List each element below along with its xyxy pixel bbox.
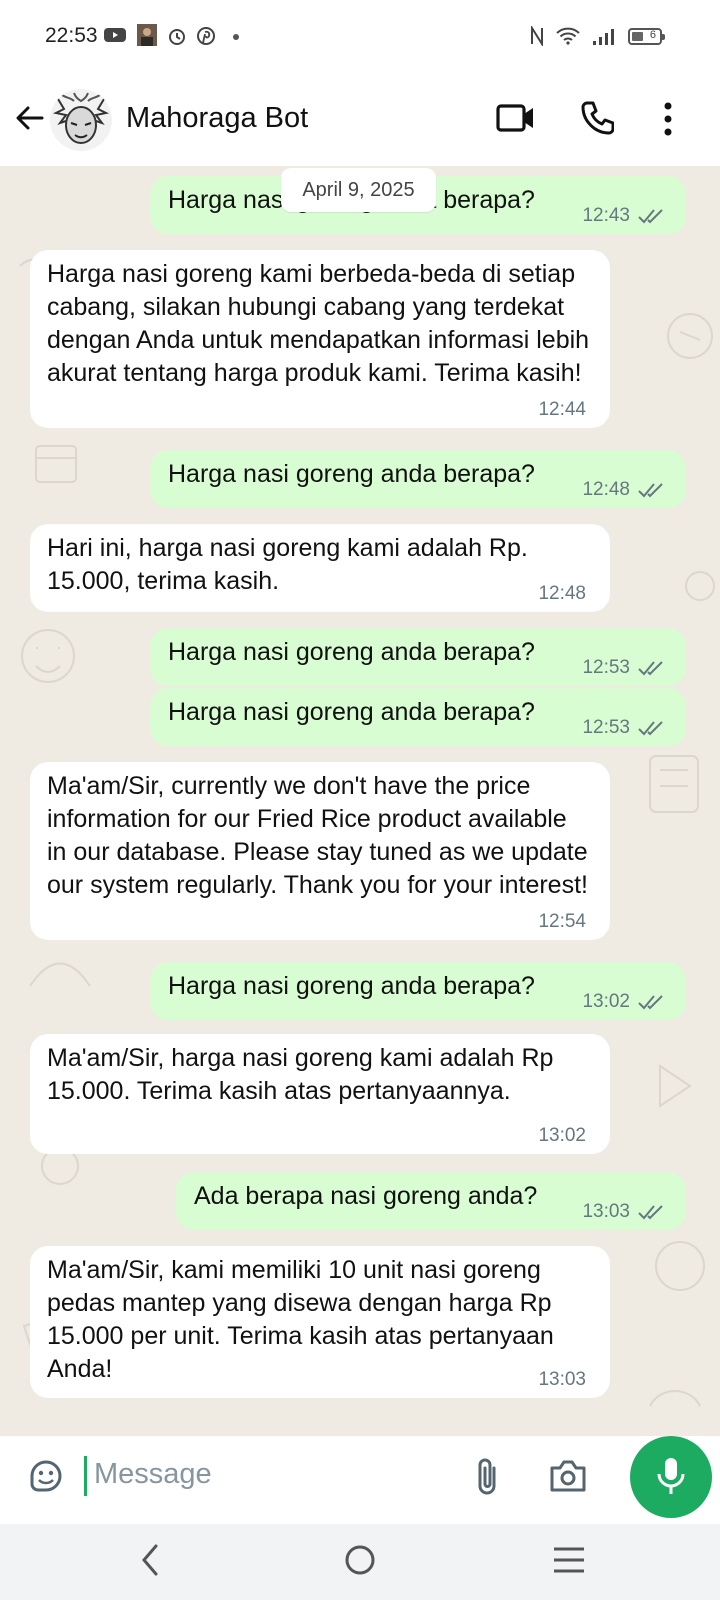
message-time: 12:53	[582, 717, 630, 738]
message-text: Harga nasi goreng anda berapa?	[168, 460, 535, 488]
message-bubble-outgoing[interactable]: Harga nasi goreng anda berapa? 12:53	[150, 688, 686, 746]
read-receipt-icon	[638, 995, 663, 1010]
text-cursor	[84, 1456, 87, 1496]
battery-icon: 6	[628, 27, 665, 45]
battery-level: 6	[649, 28, 656, 41]
video-call-icon[interactable]	[496, 100, 536, 136]
message-time: 13:03	[582, 1201, 630, 1222]
voice-call-icon[interactable]	[580, 100, 614, 136]
attach-icon[interactable]	[474, 1456, 502, 1496]
mic-icon	[657, 1458, 685, 1494]
system-nav-bar	[0, 1524, 720, 1600]
status-time: 22:53	[45, 24, 98, 47]
read-receipt-icon	[638, 661, 663, 676]
message-text: Harga nasi goreng anda berapa?	[168, 698, 535, 726]
message-time: 12:43	[582, 205, 630, 226]
message-bubble-outgoing[interactable]: Harga nasi goreng anda berapa? 13:02	[150, 962, 686, 1020]
message-bubble-incoming[interactable]: Ma'am/Sir, currently we don't have the p…	[30, 762, 610, 940]
more-options-icon[interactable]	[663, 102, 673, 136]
nav-back-icon[interactable]	[138, 1542, 162, 1578]
message-text: Harga nasi goreng kami berbeda-beda di s…	[47, 260, 590, 387]
message-bubble-incoming[interactable]: Ma'am/Sir, harga nasi goreng kami adalah…	[30, 1034, 610, 1154]
avatar[interactable]	[50, 89, 112, 151]
voice-message-button[interactable]	[630, 1436, 712, 1518]
youtube-icon	[104, 28, 126, 42]
message-text: Hari ini, harga nasi goreng kami adalah …	[47, 534, 528, 595]
nav-recents-icon[interactable]	[552, 1546, 586, 1574]
camera-icon[interactable]	[548, 1458, 588, 1494]
back-arrow-icon[interactable]	[14, 102, 46, 134]
message-bubble-incoming[interactable]: Hari ini, harga nasi goreng kami adalah …	[30, 524, 610, 612]
message-text: Ada berapa nasi goreng anda?	[194, 1182, 538, 1210]
contact-name[interactable]: Mahoraga Bot	[126, 102, 308, 135]
message-time: 13:02	[582, 991, 630, 1012]
message-time: 12:48	[582, 479, 630, 500]
photo-icon	[137, 24, 157, 46]
sticker-icon[interactable]	[28, 1458, 64, 1494]
message-time: 12:54	[538, 911, 586, 932]
message-text: Ma'am/Sir, currently we don't have the p…	[47, 772, 588, 899]
message-text: Harga nasi goreng anda berapa?	[168, 972, 535, 1000]
message-bubble-outgoing[interactable]: Harga nasi goreng anda berapa? 12:53	[150, 628, 686, 686]
message-time: 13:02	[538, 1125, 586, 1146]
wifi-icon	[556, 27, 580, 45]
message-composer[interactable]: Message	[10, 1436, 620, 1516]
message-bubble-outgoing[interactable]: Ada berapa nasi goreng anda? 13:03	[176, 1172, 686, 1230]
message-bubble-incoming[interactable]: Ma'am/Sir, kami memiliki 10 unit nasi go…	[30, 1246, 610, 1398]
date-chip: April 9, 2025	[281, 168, 436, 212]
message-bubble-incoming[interactable]: Harga nasi goreng kami berbeda-beda di s…	[30, 250, 610, 428]
pinterest-icon	[197, 27, 215, 45]
message-time: 12:53	[582, 657, 630, 678]
read-receipt-icon	[638, 721, 663, 736]
alarm-icon	[169, 29, 185, 45]
message-bubble-outgoing[interactable]: Harga nasi goreng anda berapa? 12:48	[150, 450, 686, 508]
read-receipt-icon	[638, 483, 663, 498]
nfc-icon	[531, 26, 543, 46]
nav-home-icon[interactable]	[342, 1542, 378, 1578]
read-receipt-icon	[638, 209, 663, 224]
message-text: Ma'am/Sir, harga nasi goreng kami adalah…	[47, 1044, 554, 1105]
status-bar: 22:53 6	[0, 0, 720, 80]
message-text: Ma'am/Sir, kami memiliki 10 unit nasi go…	[47, 1256, 554, 1383]
message-time: 12:48	[538, 583, 586, 604]
message-time: 13:03	[538, 1369, 586, 1390]
message-time: 12:44	[538, 399, 586, 420]
chat-header: Mahoraga Bot	[0, 80, 720, 166]
signal-icon	[593, 29, 614, 45]
dot-icon	[233, 34, 239, 40]
read-receipt-icon	[638, 1205, 663, 1220]
message-input[interactable]: Message	[94, 1458, 212, 1491]
chat-area[interactable]: Harga nasi goreng anda berapa? 12:43 Apr…	[0, 166, 720, 1436]
message-text: Harga nasi goreng anda berapa?	[168, 638, 535, 666]
